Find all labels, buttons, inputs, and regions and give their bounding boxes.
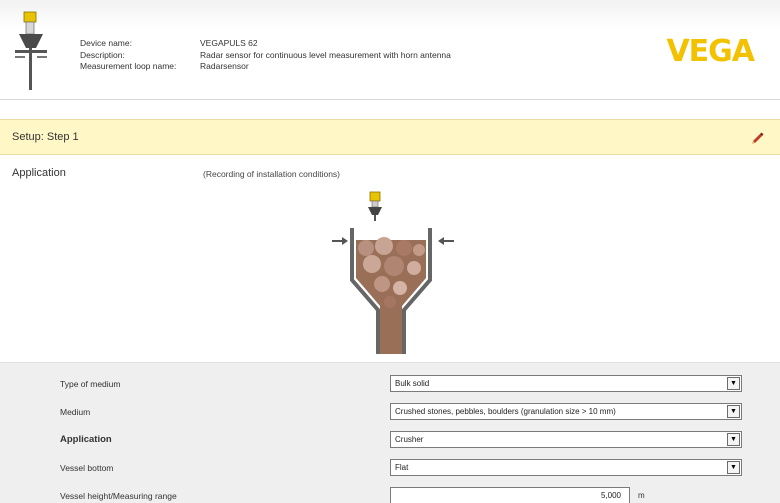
chevron-down-icon[interactable]: ▼ — [727, 433, 740, 446]
radar-sensor-icon — [15, 11, 47, 90]
vessel-height-value: 5,000 — [600, 491, 621, 500]
vega-logo: VEGA — [666, 34, 755, 69]
application-row: Application Crusher ▼ — [0, 431, 780, 451]
medium-select[interactable]: Crushed stones, pebbles, boulders (granu… — [390, 403, 742, 420]
setup-form: Type of medium Bulk solid ▼ Medium Crush… — [0, 362, 780, 503]
setup-title: Setup: Step 1 — [12, 131, 79, 143]
device-header: Device name: VEGAPULS 62 Description: Ra… — [0, 0, 780, 100]
loop-name-value: Radarsensor — [200, 61, 249, 71]
crusher-vessel-illustration — [332, 191, 454, 354]
vessel-bottom-value: Flat — [395, 463, 409, 472]
application-note: (Recording of installation conditions) — [203, 169, 341, 179]
vessel-bottom-row: Vessel bottom Flat ▼ — [0, 459, 780, 479]
type-of-medium-row: Type of medium Bulk solid ▼ — [0, 375, 780, 395]
chevron-down-icon[interactable]: ▼ — [727, 461, 740, 474]
device-info: Device name: VEGAPULS 62 Description: Ra… — [80, 38, 451, 73]
medium-row: Medium Crushed stones, pebbles, boulders… — [0, 403, 780, 423]
vessel-height-label: Vessel height/Measuring range — [60, 491, 177, 501]
vessel-height-input[interactable]: 5,000 — [390, 487, 630, 503]
medium-value: Crushed stones, pebbles, boulders (granu… — [395, 407, 616, 416]
type-of-medium-value: Bulk solid — [395, 379, 430, 388]
vessel-bottom-label: Vessel bottom — [60, 463, 114, 473]
setup-bar: Setup: Step 1 — [0, 119, 780, 155]
vessel-height-row: Vessel height/Measuring range 5,000 m — [0, 487, 780, 503]
type-of-medium-label: Type of medium — [60, 379, 121, 389]
application-value: Crusher — [395, 435, 424, 444]
loop-name-label: Measurement loop name: — [80, 61, 177, 71]
application-select[interactable]: Crusher ▼ — [390, 431, 742, 448]
application-label: Application — [60, 434, 112, 445]
medium-label: Medium — [60, 407, 91, 417]
vessel-height-unit: m — [638, 491, 645, 500]
application-heading: Application — [12, 167, 66, 179]
type-of-medium-select[interactable]: Bulk solid ▼ — [390, 375, 742, 392]
vessel-bottom-select[interactable]: Flat ▼ — [390, 459, 742, 476]
device-name-label: Device name: — [80, 38, 132, 48]
pencil-icon[interactable] — [750, 130, 766, 146]
description-value: Radar sensor for continuous level measur… — [200, 49, 451, 60]
chevron-down-icon[interactable]: ▼ — [727, 377, 740, 390]
chevron-down-icon[interactable]: ▼ — [727, 405, 740, 418]
description-label: Description: — [80, 49, 125, 60]
device-name-value: VEGAPULS 62 — [200, 38, 258, 48]
